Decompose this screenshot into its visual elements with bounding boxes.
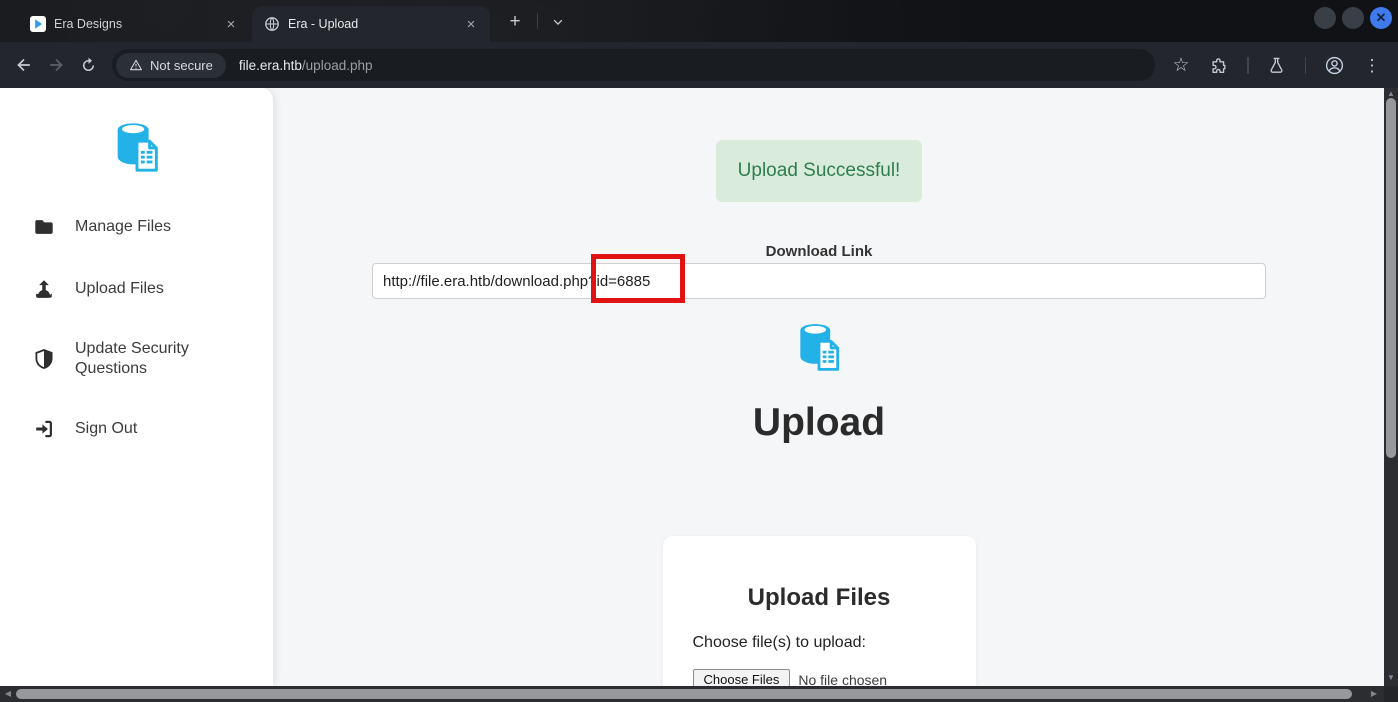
tab-era-upload[interactable]: Era - Upload × xyxy=(252,6,490,42)
sidebar-item-label: Sign Out xyxy=(75,420,138,437)
new-tab-button[interactable]: + xyxy=(502,9,528,35)
tab-close-icon[interactable]: × xyxy=(222,15,240,33)
choose-files-prompt: Choose file(s) to upload: xyxy=(692,634,866,651)
security-chip-label: Not secure xyxy=(150,57,213,73)
page-title: Upload xyxy=(752,401,886,444)
file-input-row: Choose Files No file chosen xyxy=(692,669,976,687)
upload-icon xyxy=(36,280,52,298)
sidebar-item-sign-out[interactable]: Sign Out xyxy=(0,417,273,441)
horizontal-scrollbar-thumb[interactable] xyxy=(16,689,1352,699)
era-designs-favicon-play-icon xyxy=(30,16,46,32)
back-button[interactable] xyxy=(8,49,40,81)
bookmark-star-icon[interactable]: ☆ xyxy=(1165,49,1197,81)
close-window-button[interactable]: ✕ xyxy=(1370,7,1392,29)
download-link-input[interactable] xyxy=(372,263,1266,299)
sidebar: Manage Files Upload Files Update Securit… xyxy=(0,88,273,686)
tab-title: Era Designs xyxy=(54,17,123,31)
tab-close-icon[interactable]: × xyxy=(462,15,480,33)
vertical-scrollbar[interactable]: ▲ ▼ xyxy=(1384,88,1398,686)
sidebar-item-manage-files[interactable]: Manage Files xyxy=(0,215,273,239)
choose-files-button[interactable]: Choose Files xyxy=(692,669,791,686)
reload-button[interactable] xyxy=(72,49,104,81)
shield-icon xyxy=(35,349,53,369)
globe-icon xyxy=(265,17,279,31)
profile-avatar-icon[interactable] xyxy=(1318,49,1350,81)
menu-kebab-icon[interactable]: ⋮ xyxy=(1356,49,1388,81)
url-path: /upload.php xyxy=(301,57,373,73)
browser-window: Era Designs × Era - Upload × + ✕ Not sec… xyxy=(0,0,1398,702)
forward-button[interactable] xyxy=(40,49,72,81)
sidebar-item-upload-files[interactable]: Upload Files xyxy=(0,277,273,301)
extensions-icon[interactable] xyxy=(1203,49,1235,81)
vertical-scrollbar-thumb[interactable] xyxy=(1386,98,1396,458)
upload-files-card: Upload Files Choose file(s) to upload: C… xyxy=(662,536,976,687)
page-viewport: Manage Files Upload Files Update Securit… xyxy=(0,88,1384,686)
browser-toolbar: Not secure file.era.htb/upload.php ☆ ⋮ xyxy=(0,42,1398,88)
horizontal-scrollbar[interactable]: ◀ ▶ xyxy=(0,686,1384,702)
url-text: file.era.htb/upload.php xyxy=(239,58,373,73)
address-bar[interactable]: Not secure file.era.htb/upload.php xyxy=(112,49,1155,81)
window-controls: ✕ xyxy=(1314,7,1392,29)
upload-success-banner: Upload Successful! xyxy=(715,140,923,202)
tab-strip-divider xyxy=(537,13,538,29)
tab-title: Era - Upload xyxy=(288,17,359,31)
scroll-right-arrow-icon[interactable]: ▶ xyxy=(1367,686,1381,702)
folder-icon xyxy=(35,220,53,234)
toolbar-divider xyxy=(1304,56,1306,74)
toolbar-divider xyxy=(1247,56,1249,74)
sidebar-nav: Manage Files Upload Files Update Securit… xyxy=(0,215,273,441)
sidebar-item-label: Upload Files xyxy=(75,280,164,297)
warning-triangle-icon xyxy=(130,59,142,71)
tab-bar: Era Designs × Era - Upload × + ✕ xyxy=(0,0,1398,42)
sidebar-item-update-security-questions[interactable]: Update Security Questions xyxy=(0,339,273,379)
maximize-button[interactable] xyxy=(1342,7,1364,29)
minimize-button[interactable] xyxy=(1314,7,1336,29)
toolbar-actions: ☆ ⋮ xyxy=(1165,49,1388,81)
scroll-left-arrow-icon[interactable]: ◀ xyxy=(1,686,15,702)
card-title: Upload Files xyxy=(747,584,891,611)
annotation-highlight-box xyxy=(591,254,685,303)
main-content: Upload Successful! Download Link Upload … xyxy=(273,88,1365,686)
era-file-database-logo xyxy=(800,324,840,371)
sidebar-item-label: Update Security Questions xyxy=(75,340,189,377)
scroll-down-arrow-icon[interactable]: ▼ xyxy=(1384,673,1398,683)
download-link-label: Download Link xyxy=(765,243,873,260)
labs-flask-icon[interactable] xyxy=(1261,49,1293,81)
url-host: file.era.htb xyxy=(238,57,302,73)
security-chip[interactable]: Not secure xyxy=(116,52,226,78)
sidebar-item-label: Manage Files xyxy=(75,218,172,235)
scrollbar-corner xyxy=(1384,686,1398,702)
tab-search-chevron-icon[interactable] xyxy=(545,9,571,35)
file-chosen-status: No file chosen xyxy=(798,671,888,687)
tab-era-designs[interactable]: Era Designs × xyxy=(18,6,250,42)
era-file-database-logo xyxy=(117,123,158,172)
sign-out-icon xyxy=(36,420,52,438)
